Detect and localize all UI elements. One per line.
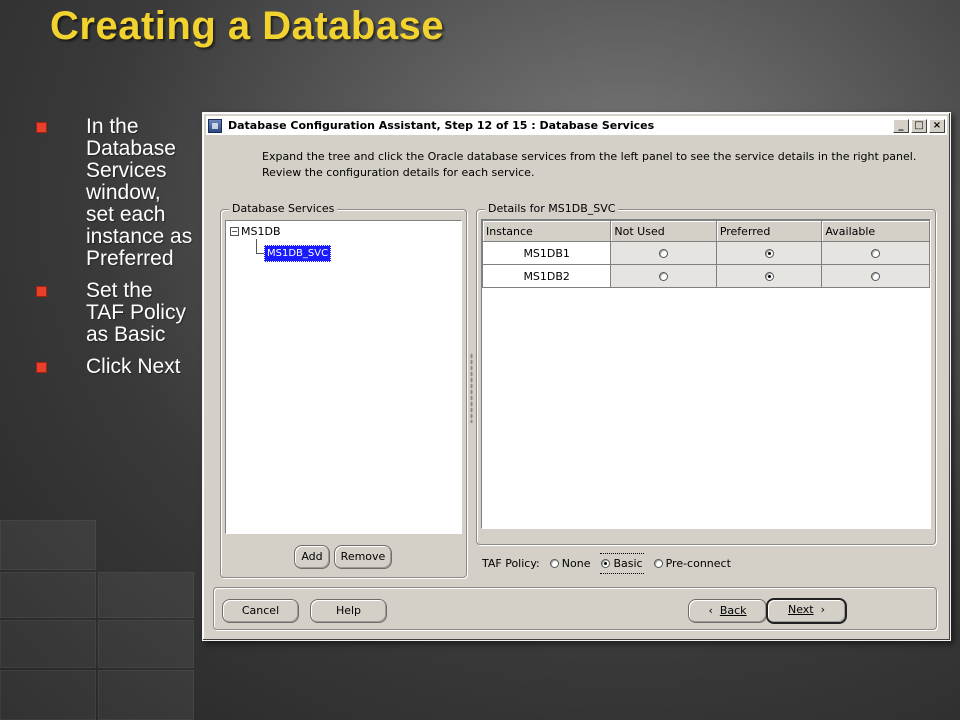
details-group-legend: Details for MS1DB_SVC [485, 202, 619, 215]
preferred-cell [715, 264, 823, 288]
tree-item-ms1db-svc[interactable]: MS1DB_SVC [264, 245, 332, 262]
background-tile [0, 620, 96, 668]
maximize-icon[interactable]: □ [911, 118, 927, 133]
background-tile [98, 620, 194, 668]
taf-basic-radio[interactable] [601, 559, 611, 568]
instructions: Expand the tree and click the Oracle dat… [262, 149, 916, 181]
minimize-icon[interactable]: _ [893, 118, 909, 133]
panel-splitter[interactable] [470, 353, 473, 423]
next-button[interactable]: Next › [766, 598, 847, 624]
available-cell [821, 241, 930, 265]
bullet-text: Click Next [86, 355, 181, 378]
taf-option-basic[interactable]: Basic [600, 553, 644, 574]
dialog-title: Database Configuration Assistant, Step 1… [228, 119, 655, 132]
column-header-preferred[interactable]: Preferred [715, 220, 823, 242]
instance-cell: MS1DB2 [481, 264, 612, 288]
services-group: Database Services − MS1DB MS1DB_SVC Add … [220, 202, 467, 578]
preferred-cell [715, 241, 823, 265]
taf-option-label: None [561, 557, 591, 570]
details-table-panel: Instance Not Used Preferred Available MS… [481, 219, 931, 529]
taf-option-pre-connect[interactable]: Pre-connect [653, 557, 731, 570]
available-radio[interactable] [871, 249, 881, 258]
bullet-square-icon [36, 122, 47, 133]
column-header-instance[interactable]: Instance [481, 220, 612, 242]
preferred-radio[interactable] [764, 249, 774, 258]
taf-policy-row: TAF Policy: None Basic Pre-connect [482, 553, 731, 574]
preferred-radio[interactable] [764, 272, 774, 281]
column-header-available[interactable]: Available [821, 220, 930, 242]
details-group: Details for MS1DB_SVC Instance Not Used … [476, 202, 936, 545]
not-used-radio[interactable] [659, 272, 669, 281]
bullet-text: Set the TAF Policy as Basic [86, 279, 186, 346]
remove-button[interactable]: Remove [334, 545, 392, 569]
background-tile [0, 520, 96, 570]
window-controls: _ □ × [893, 118, 945, 133]
not-used-cell [610, 241, 717, 265]
bullet-square-icon [36, 286, 47, 297]
table-row: MS1DB2 [481, 264, 930, 288]
dbca-dialog: Database Configuration Assistant, Step 1… [202, 112, 951, 641]
taf-option-none[interactable]: None [549, 557, 591, 570]
not-used-radio[interactable] [659, 249, 669, 258]
bullet-list: In the Database Services window, set eac… [34, 116, 194, 388]
help-button[interactable]: Help [310, 599, 387, 623]
tree-connector [256, 239, 264, 254]
instructions-line: Expand the tree and click the Oracle dat… [262, 150, 917, 163]
taf-option-label: Basic [613, 557, 643, 570]
background-tile [98, 670, 194, 720]
bullet-item: In the Database Services window, set eac… [34, 116, 194, 270]
column-header-not-used[interactable]: Not Used [610, 220, 717, 242]
taf-policy-label: TAF Policy: [482, 557, 540, 570]
taf-option-label: Pre-connect [665, 557, 731, 570]
bullet-item: Set the TAF Policy as Basic [34, 280, 194, 346]
bullet-square-icon [36, 362, 47, 373]
add-button[interactable]: Add [294, 545, 330, 569]
services-group-legend: Database Services [229, 202, 338, 215]
available-cell [821, 264, 930, 288]
bullet-item: Click Next [34, 356, 194, 378]
background-tile [98, 572, 194, 618]
cancel-button[interactable]: Cancel [222, 599, 299, 623]
tree-root-label: MS1DB [241, 225, 281, 238]
background-tile [0, 670, 96, 720]
next-button-label: Next [787, 603, 814, 616]
taf-pre-connect-radio[interactable] [653, 559, 663, 568]
not-used-cell [610, 264, 717, 288]
next-arrow-icon: › [813, 603, 826, 616]
background-tile [0, 572, 96, 618]
bullet-text: In the Database Services window, set eac… [86, 115, 193, 270]
slide-title: Creating a Database [50, 4, 445, 48]
available-radio[interactable] [871, 272, 881, 281]
app-icon [208, 118, 222, 133]
taf-none-radio[interactable] [549, 559, 559, 568]
back-button-label: Back [719, 604, 747, 617]
instance-cell: MS1DB1 [481, 241, 612, 265]
dialog-titlebar[interactable]: Database Configuration Assistant, Step 1… [206, 116, 947, 135]
table-row: MS1DB1 [481, 241, 930, 265]
services-tree[interactable]: − MS1DB MS1DB_SVC [225, 220, 462, 534]
tree-root[interactable]: − MS1DB [230, 225, 281, 238]
tree-collapse-icon[interactable]: − [230, 227, 239, 236]
details-table: Instance Not Used Preferred Available MS… [481, 220, 930, 288]
back-arrow-icon: ‹ [708, 604, 720, 617]
instructions-line: Review the configuration details for eac… [262, 166, 535, 179]
back-button[interactable]: ‹ Back [688, 599, 767, 623]
close-icon[interactable]: × [929, 118, 945, 133]
